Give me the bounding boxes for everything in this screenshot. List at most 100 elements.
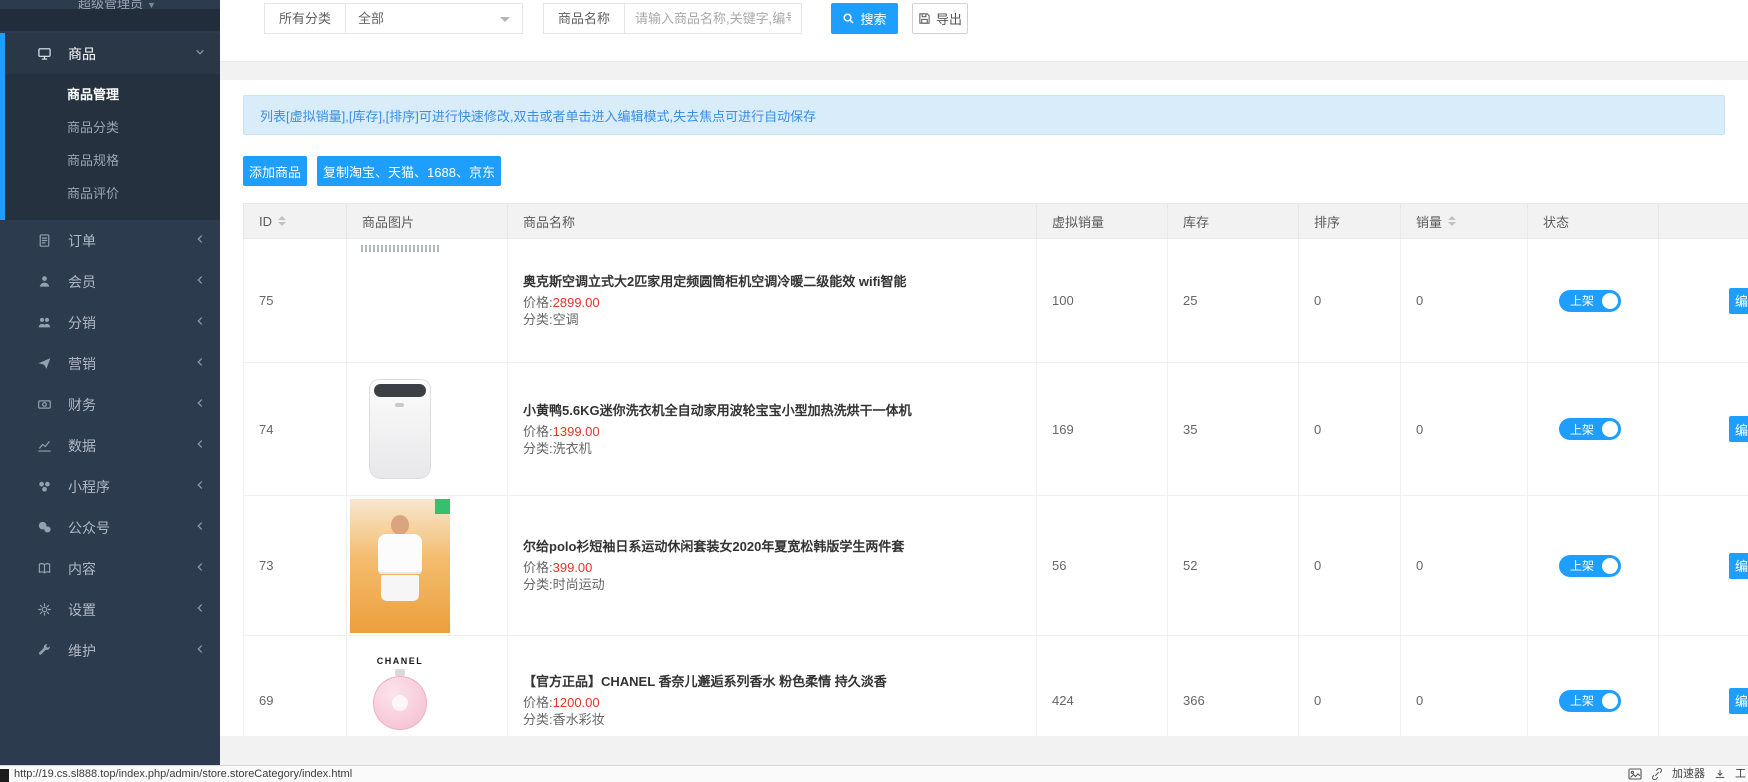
tools-partial-label[interactable]: 工 xyxy=(1735,767,1746,782)
search-input[interactable] xyxy=(624,3,802,34)
sidebar-item-maintenance[interactable]: 维护 xyxy=(0,630,220,671)
group-icon xyxy=(37,315,52,330)
sidebar-group-data: 数据 xyxy=(0,425,220,466)
category-select[interactable]: 全部 xyxy=(345,3,523,34)
accelerator-label[interactable]: 加速器 xyxy=(1672,767,1705,782)
virtual-sales-cell[interactable]: 56 xyxy=(1037,496,1168,636)
product-id-cell: 69 xyxy=(244,636,347,737)
member-icon xyxy=(37,274,52,289)
sidebar-item-label: 设置 xyxy=(68,600,96,620)
product-image[interactable] xyxy=(369,379,431,479)
product-image[interactable] xyxy=(361,245,439,252)
category-label: 分类: xyxy=(523,441,553,456)
stock-cell[interactable]: 52 xyxy=(1168,496,1299,636)
column-header-id[interactable]: ID xyxy=(244,204,347,239)
sidebar-item-official-account[interactable]: 公众号 xyxy=(0,507,220,548)
download-icon[interactable] xyxy=(1714,768,1726,780)
chevron-left-icon xyxy=(194,356,206,368)
sidebar-group-orders: 订单 xyxy=(0,220,220,261)
sidebar-item-settings[interactable]: 设置 xyxy=(0,589,220,630)
image-icon[interactable] xyxy=(1628,768,1642,780)
sidebar-user-row[interactable]: 超级管理员▼ xyxy=(0,0,220,9)
status-cell: 上架 xyxy=(1528,496,1659,636)
sort-icon[interactable] xyxy=(278,212,286,230)
product-image[interactable]: CHANEL xyxy=(368,656,432,737)
product-id-cell: 75 xyxy=(244,239,347,363)
status-toggle[interactable]: 上架 xyxy=(1559,690,1621,712)
action-cell: 编辑 xyxy=(1659,496,1748,636)
sort-cell[interactable]: 0 xyxy=(1299,636,1401,737)
status-toggle[interactable]: 上架 xyxy=(1559,418,1621,440)
status-toggle[interactable]: 上架 xyxy=(1559,555,1621,577)
column-header-label: 商品名称 xyxy=(523,212,575,231)
virtual-sales-cell[interactable]: 424 xyxy=(1037,636,1168,737)
price-value: 1399.00 xyxy=(553,424,600,439)
product-name-cell: 【官方正品】CHANEL 香奈儿邂逅系列香水 粉色柔情 持久淡香价格:1200.… xyxy=(508,636,1037,737)
sort-cell[interactable]: 0 xyxy=(1299,363,1401,496)
product-id: 75 xyxy=(259,293,346,308)
sidebar-subitem-goods-spec[interactable]: 商品规格 xyxy=(5,144,220,177)
stock-cell[interactable]: 366 xyxy=(1168,636,1299,737)
sidebar-subitem-goods-manage[interactable]: 商品管理 xyxy=(5,78,220,111)
sort-cell[interactable]: 0 xyxy=(1299,239,1401,363)
sales-cell: 0 xyxy=(1401,496,1528,636)
column-header-sales[interactable]: 销量 xyxy=(1401,204,1528,239)
admin-app: 超级管理员▼ 商品商品管理商品分类商品规格商品评价订单会员分销营销财务数据小程序… xyxy=(0,0,1748,782)
edit-button[interactable]: 编辑 xyxy=(1729,688,1748,714)
search-button[interactable]: 搜索 xyxy=(831,3,898,34)
sidebar-group-maintenance: 维护 xyxy=(0,630,220,671)
sidebar-item-goods[interactable]: 商品 xyxy=(5,33,220,74)
sidebar-item-orders[interactable]: 订单 xyxy=(0,220,220,261)
corner-dark-block xyxy=(0,769,9,782)
price-value: 399.00 xyxy=(553,560,593,575)
perfume-bottle-shape xyxy=(373,676,427,730)
status-link-url: http://19.cs.sl888.top/index.php/admin/s… xyxy=(14,767,352,782)
sidebar-item-mini-program[interactable]: 小程序 xyxy=(0,466,220,507)
sidebar-top-strip xyxy=(0,9,220,31)
sidebar-item-distribution[interactable]: 分销 xyxy=(0,302,220,343)
sidebar-subitem-goods-category[interactable]: 商品分类 xyxy=(5,111,220,144)
edit-button[interactable]: 编辑 xyxy=(1729,288,1748,314)
sort-cell-value: 0 xyxy=(1314,558,1400,573)
sidebar-item-finance[interactable]: 财务 xyxy=(0,384,220,425)
column-header-name: 商品名称 xyxy=(508,204,1037,239)
export-button[interactable]: 导出 xyxy=(912,3,968,34)
link-icon[interactable] xyxy=(1651,768,1663,780)
chevron-left-icon xyxy=(194,561,206,573)
sidebar-item-content[interactable]: 内容 xyxy=(0,548,220,589)
sidebar-item-members[interactable]: 会员 xyxy=(0,261,220,302)
status-cell: 上架 xyxy=(1528,239,1659,363)
monitor-icon xyxy=(37,46,52,61)
sale-tag xyxy=(435,499,450,514)
sort-icon[interactable] xyxy=(1448,212,1456,230)
edit-button[interactable]: 编辑 xyxy=(1729,416,1748,442)
product-name-filter-label: 商品名称 xyxy=(543,3,625,34)
product-price-line: 价格:2899.00 xyxy=(523,294,1036,311)
sort-cell-value: 0 xyxy=(1314,693,1400,708)
action-cell: 编辑 xyxy=(1659,363,1748,496)
product-price-line: 价格:1399.00 xyxy=(523,423,1036,440)
edit-button[interactable]: 编辑 xyxy=(1729,553,1748,579)
product-table: ID商品图片商品名称虚拟销量库存排序销量状态 75奥克斯空调立式大2匹家用定频圆… xyxy=(243,203,1748,736)
stock-cell-value: 52 xyxy=(1183,558,1298,573)
sidebar-item-marketing[interactable]: 营销 xyxy=(0,343,220,384)
product-category-line: 分类:空调 xyxy=(523,311,1036,328)
product-image[interactable] xyxy=(350,499,450,633)
status-toggle[interactable]: 上架 xyxy=(1559,290,1621,312)
category-label: 分类: xyxy=(523,712,553,727)
copy-product-button[interactable]: 复制淘宝、天猫、1688、京东 xyxy=(317,156,501,186)
column-header-status: 状态 xyxy=(1528,204,1659,239)
sidebar-group-marketing: 营销 xyxy=(0,343,220,384)
sort-cell[interactable]: 0 xyxy=(1299,496,1401,636)
add-product-button[interactable]: 添加商品 xyxy=(243,156,307,186)
product-id: 74 xyxy=(259,422,346,437)
toggle-knob xyxy=(1602,693,1618,709)
stock-cell[interactable]: 35 xyxy=(1168,363,1299,496)
virtual-sales-cell[interactable]: 169 xyxy=(1037,363,1168,496)
sidebar-item-data[interactable]: 数据 xyxy=(0,425,220,466)
product-id: 73 xyxy=(259,558,346,573)
chart-icon xyxy=(37,438,52,453)
sidebar-subitem-goods-review[interactable]: 商品评价 xyxy=(5,177,220,210)
virtual-sales-cell[interactable]: 100 xyxy=(1037,239,1168,363)
stock-cell[interactable]: 25 xyxy=(1168,239,1299,363)
